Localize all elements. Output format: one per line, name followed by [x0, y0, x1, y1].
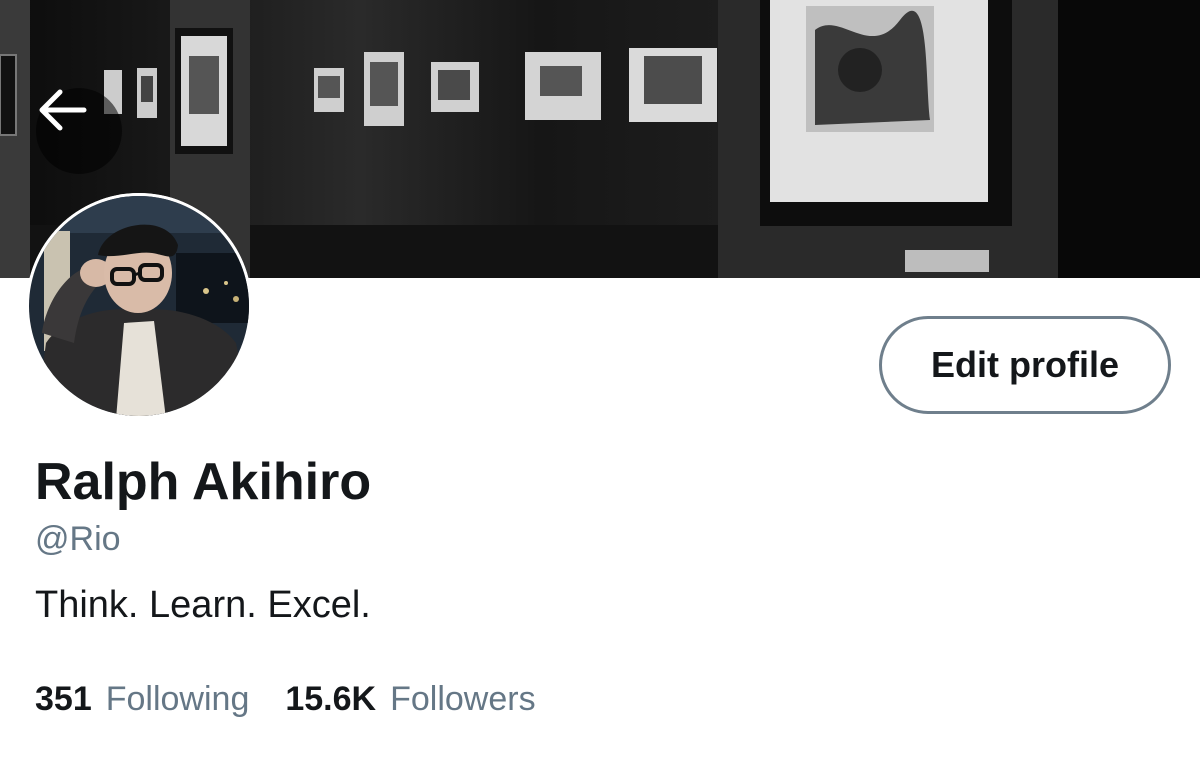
followers-link[interactable]: 15.6K Followers	[285, 680, 535, 719]
follow-stats: 351 Following 15.6K Followers	[35, 680, 536, 719]
back-button[interactable]	[36, 88, 122, 174]
avatar-image	[26, 193, 252, 419]
display-name: Ralph Akihiro	[35, 453, 372, 511]
following-count: 351	[35, 680, 92, 718]
following-link[interactable]: 351 Following	[35, 680, 249, 719]
username-handle: @Rio	[35, 520, 121, 558]
arrow-left-icon	[39, 89, 87, 131]
following-label: Following	[105, 680, 250, 718]
followers-count: 15.6K	[285, 680, 377, 718]
edit-profile-button[interactable]: Edit profile	[879, 316, 1171, 414]
avatar[interactable]	[26, 193, 252, 419]
followers-label: Followers	[390, 680, 536, 718]
profile-bio: Think. Learn. Excel.	[35, 584, 371, 626]
